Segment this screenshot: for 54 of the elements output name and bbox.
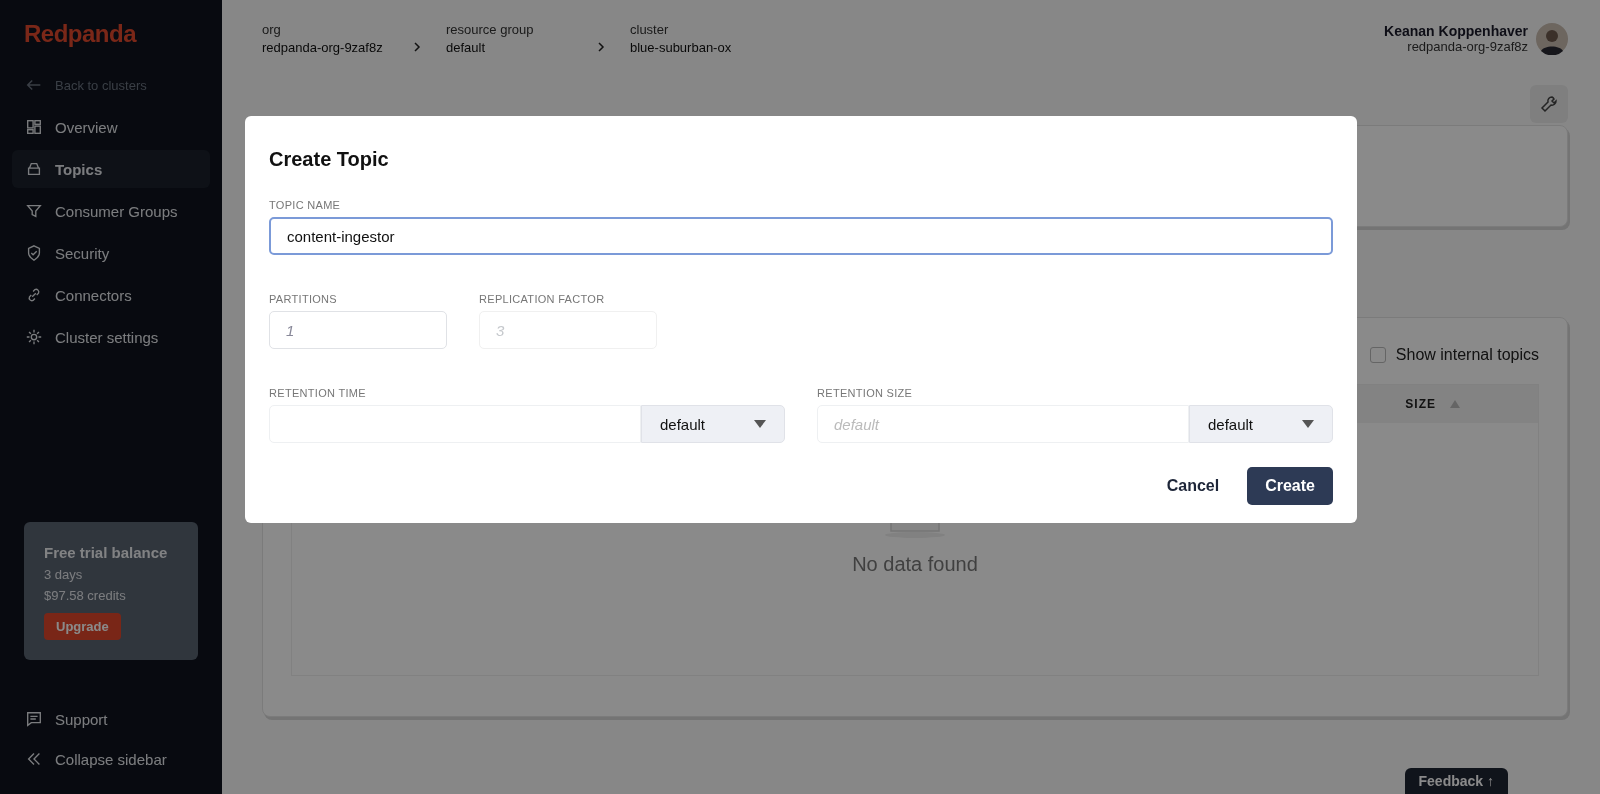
cancel-button[interactable]: Cancel — [1162, 469, 1224, 503]
field-label: PARTITIONS — [269, 293, 338, 305]
unit-select[interactable]: default — [641, 405, 785, 443]
create-button[interactable]: Create — [1247, 467, 1333, 505]
user-org: redpanda-org-9zaf8z — [1407, 39, 1528, 54]
column-header[interactable]: SIZE — [1405, 397, 1436, 411]
sidebar-footer-item[interactable]: Collapse sidebar — [12, 740, 210, 778]
chat-icon — [25, 710, 43, 728]
wrench-icon — [1539, 94, 1559, 114]
logo: Redpanda — [23, 20, 138, 48]
breadcrumb-link[interactable]: default — [446, 40, 586, 55]
trial-credits: $97.58 credits — [44, 588, 127, 603]
checkbox[interactable] — [1369, 347, 1386, 363]
chevron-right-icon — [596, 42, 606, 52]
unit-select[interactable]: default — [1189, 405, 1333, 443]
field-label: RETENTION TIME — [269, 387, 367, 399]
avatar[interactable] — [1536, 22, 1568, 55]
settings-icon — [25, 328, 43, 346]
trial-days: 3 days — [44, 567, 178, 582]
field-label: RETENTION SIZE — [817, 387, 914, 399]
tray-icon — [25, 160, 43, 178]
retention-time-field[interactable] — [269, 405, 641, 443]
sidebar-footer-item[interactable]: Support — [12, 700, 210, 738]
sidebar-item[interactable]: Connectors — [12, 276, 210, 314]
breadcrumb-label: resource group — [446, 22, 535, 37]
shield-icon — [25, 244, 43, 262]
topic-name-field[interactable]: content-ingestor — [269, 217, 1333, 255]
sidebar-item[interactable]: Overview — [12, 108, 210, 146]
sidebar-item[interactable]: Cluster settings — [12, 318, 210, 356]
sort-icon — [1450, 400, 1460, 408]
feedback-button[interactable]: Feedback ↑ — [1404, 768, 1508, 794]
trial-title: Free trial balance — [44, 544, 169, 561]
breadcrumb-link[interactable]: redpanda-org-9zaf8z — [262, 40, 402, 55]
sidebar-item[interactable]: Topics — [12, 150, 210, 188]
sidebar-item[interactable]: Security — [12, 234, 210, 272]
dialog-title: Create Topic — [269, 148, 390, 171]
chevron-right-icon — [412, 42, 422, 52]
grid-icon — [25, 118, 43, 136]
caret-icon — [754, 420, 766, 428]
empty-message: No data found — [852, 553, 978, 576]
caret-icon — [1302, 420, 1314, 428]
wrench-button[interactable] — [1530, 85, 1568, 123]
funnel-icon — [25, 202, 43, 220]
user-name: Keanan Koppenhaver — [1384, 23, 1528, 39]
breadcrumb-link[interactable]: blue-suburban-ox — [630, 40, 770, 55]
breadcrumb-label: org — [262, 22, 282, 37]
field-label: REPLICATION FACTOR — [479, 293, 606, 305]
upgrade-button[interactable]: Upgrade — [44, 613, 121, 640]
partitions-field[interactable]: 1 — [269, 311, 447, 349]
field-label: TOPIC NAME — [269, 199, 342, 211]
retention-size-field[interactable]: default — [817, 405, 1189, 443]
sidebar-item[interactable]: Consumer Groups — [12, 192, 210, 230]
breadcrumb-label: cluster — [630, 22, 670, 37]
checkbox-label: Show internal topics — [1395, 346, 1539, 364]
